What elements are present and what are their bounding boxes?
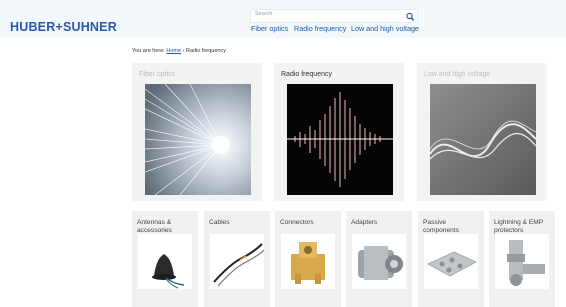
subcategory-label: Antennas & accessories [137, 219, 172, 234]
subcategory-label: Connectors [280, 219, 314, 226]
category-label: Radio frequency [281, 71, 332, 78]
connector-image [281, 234, 335, 289]
site-header: HUBER+SUHNER Search Fiber optics Radio f… [0, 0, 566, 38]
lightning-protector-image [495, 234, 549, 289]
search-icon[interactable] [405, 10, 415, 22]
nav-low-high-voltage[interactable]: Low and high voltage [351, 24, 419, 33]
antenna-image [138, 234, 192, 289]
subcategory-passive-components[interactable]: Passive components [418, 211, 484, 307]
subcategory-label: Adapters [351, 219, 378, 226]
search-placeholder: Search [255, 11, 273, 17]
nav-radio-frequency[interactable]: Radio frequency [294, 24, 346, 33]
breadcrumb-current: Radio frequency [185, 48, 226, 54]
subcategory-lightning-protectors[interactable]: Lightning & EMP protectors [489, 211, 555, 307]
breadcrumb: You are here: Home › Radio frequency [132, 48, 226, 54]
search-input[interactable]: Search [250, 9, 418, 23]
breadcrumb-home-link[interactable]: Home [166, 48, 181, 54]
passive-component-image [424, 234, 478, 289]
breadcrumb-prefix: You are here: [132, 48, 165, 54]
subcategory-antennas[interactable]: Antennas & accessories [132, 211, 198, 307]
cable-image [210, 234, 264, 289]
subcategory-adapters[interactable]: Adapters [346, 211, 412, 307]
subcategory-connectors[interactable]: Connectors [275, 211, 341, 307]
category-label: Low and high voltage [424, 71, 491, 78]
voltage-image [430, 84, 536, 195]
subcategory-label: Lightning & EMP protectors [494, 219, 543, 234]
category-fiber-optics[interactable]: Fiber optics [132, 63, 262, 201]
category-radio-frequency[interactable]: Radio frequency [274, 63, 404, 201]
subcategory-label: Passive components [423, 219, 459, 234]
subcategory-label: Cables [209, 219, 230, 226]
subcategory-cables[interactable]: Cables [204, 211, 270, 307]
adapter-image [352, 234, 406, 289]
fiber-optics-image [145, 84, 251, 195]
nav-fiber-optics[interactable]: Fiber optics [251, 24, 288, 33]
category-low-high-voltage[interactable]: Low and high voltage [417, 63, 547, 201]
category-label: Fiber optics [139, 71, 176, 78]
huber-suhner-logo[interactable]: HUBER+SUHNER [10, 20, 117, 34]
radio-frequency-image [287, 84, 393, 195]
